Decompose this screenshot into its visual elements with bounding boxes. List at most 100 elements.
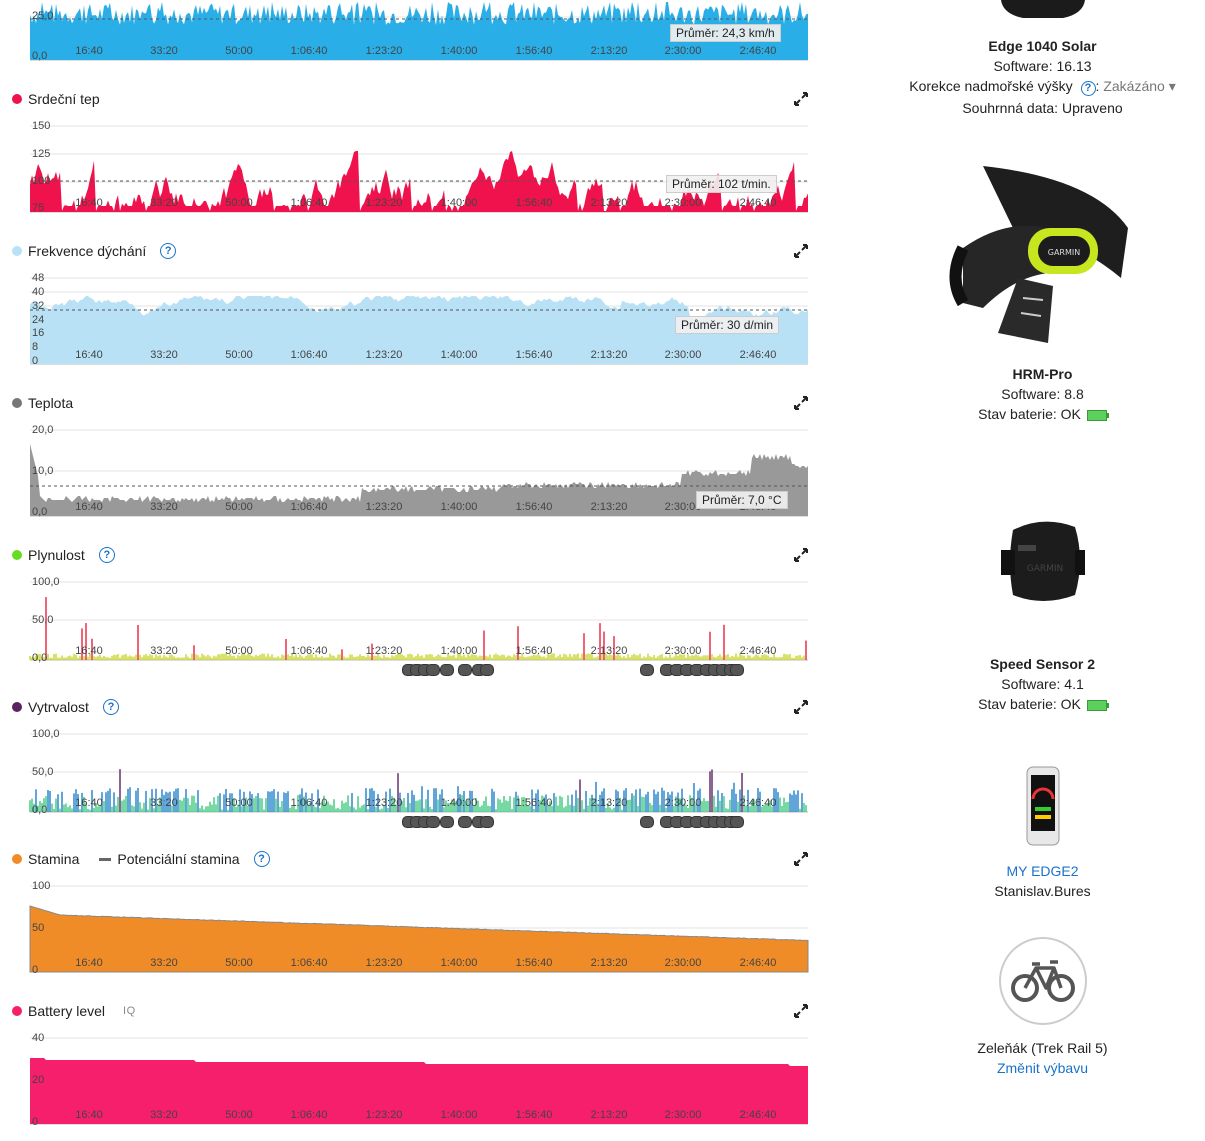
lap-marker-icon[interactable]: [640, 664, 654, 676]
y-tick: 40: [32, 286, 45, 298]
series-dot: [12, 246, 22, 256]
flow-plot: 100,0 50,0 0,0 16:40 33:20 50:00 1:06:40 1:2…: [29, 576, 808, 676]
expand-icon[interactable]: [794, 852, 808, 866]
battery-plot: 40 20 0 16:40 33:20 50:00 1:06:40 1:23:20 1:4…: [30, 1032, 808, 1128]
temperature-plot: 20,0 10,0 0,0 16:40 33:20 50:00 1:06:40 1:23…: [30, 424, 808, 518]
device-name: Speed Sensor 2: [989, 656, 1096, 672]
y-tick: 0: [32, 964, 39, 976]
y-tick: 50: [32, 922, 45, 934]
x-tick: 1:23:20: [365, 349, 403, 361]
x-tick: 1:23:20: [365, 1109, 403, 1121]
x-tick: 1:06:40: [290, 197, 328, 209]
y-tick: 125: [32, 148, 51, 160]
x-tick: 1:23:20: [365, 45, 403, 57]
potential-stamina-label: Potenciální stamina: [117, 851, 240, 867]
y-tick: 16: [32, 327, 45, 339]
lap-marker-icon[interactable]: [458, 816, 472, 828]
heart-rate-title: Srdeční tep: [12, 91, 100, 107]
x-tick: 50:00: [225, 1109, 253, 1121]
x-tick: 2:46:40: [739, 957, 777, 969]
battery-status: Stav baterie: OK: [900, 696, 1185, 712]
expand-icon[interactable]: [794, 700, 808, 714]
x-tick: 1:06:40: [290, 645, 328, 657]
x-tick: 2:13:20: [590, 197, 628, 209]
help-icon[interactable]: ?: [160, 243, 177, 259]
x-tick: 1:40:00: [440, 45, 478, 57]
expand-icon[interactable]: [794, 548, 808, 562]
bike-icon: [998, 937, 1087, 1025]
x-tick: 1:23:20: [365, 645, 403, 657]
lap-marker-icon[interactable]: [480, 664, 494, 676]
lap-marker-icon[interactable]: [730, 816, 744, 828]
device-edge-1040: Edge 1040 Solar Software: 16.13 Korekce …: [900, 0, 1185, 116]
speed-plot: 25,0 0,0 16:40 33:20 50:00 1:06:40 1:23:20 1:…: [30, 0, 808, 62]
help-icon[interactable]: ?: [253, 851, 270, 867]
x-tick: 2:30:00: [664, 797, 702, 809]
series-dot: [12, 398, 22, 408]
expand-icon[interactable]: [794, 244, 808, 258]
lap-marker-icon[interactable]: [730, 664, 744, 676]
lap-marker-icon[interactable]: [640, 816, 654, 828]
x-tick: 2:13:20: [590, 349, 628, 361]
edge-device-image: [1000, 0, 1085, 18]
x-tick: 16:40: [75, 197, 103, 209]
y-tick: 20,0: [32, 424, 54, 436]
x-tick: 16:40: [75, 501, 103, 513]
help-icon[interactable]: ?: [98, 547, 115, 563]
x-tick: 1:56:40: [515, 501, 553, 513]
x-tick: 2:46:40: [739, 349, 777, 361]
lap-marker-icon[interactable]: [426, 664, 440, 676]
hrm-strap-image: GARMIN: [949, 166, 1128, 343]
y-tick: 48: [32, 272, 45, 284]
x-tick: 16:40: [75, 349, 103, 361]
x-tick: 16:40: [75, 45, 103, 57]
x-tick: 2:46:40: [739, 1109, 777, 1121]
series-dot: [12, 854, 22, 864]
y-tick: 24: [32, 314, 45, 326]
help-icon[interactable]: ?: [1080, 81, 1096, 96]
altitude-correction-row: Korekce nadmořské výšky ?: Zakázáno ▾: [909, 78, 1176, 96]
x-tick: 1:23:20: [365, 957, 403, 969]
x-tick: 1:40:00: [440, 349, 478, 361]
device-hrm-pro: GARMIN HRM-Pro Software: 8.8 Stav bateri…: [900, 158, 1185, 422]
flow-chart: Plynulost ? 100,0 50,0 0,0 16:40 33:20 50:…: [0, 544, 820, 676]
x-tick: 2:30:00: [664, 957, 702, 969]
x-tick: 1:06:40: [290, 501, 328, 513]
x-tick: 1:40:00: [440, 501, 478, 513]
altitude-correction-dropdown[interactable]: Zakázáno ▾: [1103, 78, 1175, 94]
y-tick: 100,0: [32, 728, 60, 740]
stamina-chart: Stamina Potenciální stamina ? 100 50 0 1…: [0, 848, 820, 978]
x-tick: 2:46:40: [739, 645, 777, 657]
x-tick: 16:40: [75, 797, 103, 809]
help-icon[interactable]: ?: [102, 699, 119, 715]
change-gear-link[interactable]: Změnit výbavu: [900, 1060, 1185, 1076]
temperature-average: Průměr: 7,0 °C: [696, 491, 788, 509]
lap-marker-icon[interactable]: [426, 816, 440, 828]
x-tick: 2:30:00: [664, 1109, 702, 1121]
device-software: Software: 16.13: [993, 58, 1092, 74]
lap-marker-icon[interactable]: [440, 816, 454, 828]
device-name: Edge 1040 Solar: [988, 38, 1097, 54]
x-tick: 2:13:20: [590, 1109, 628, 1121]
x-tick: 33:20: [150, 797, 178, 809]
respiration-chart: Frekvence dýchání ? 48 40 32 24 16 8 0 1…: [0, 240, 820, 370]
respiration-label: Frekvence dýchání: [28, 243, 147, 259]
x-tick: 33:20: [150, 645, 178, 657]
device-link[interactable]: MY EDGE2: [900, 863, 1185, 879]
gear-bike: Zeleňák (Trek Rail 5) Změnit výbavu: [900, 936, 1185, 1076]
lap-marker-icon[interactable]: [480, 816, 494, 828]
x-tick: 2:46:40: [739, 797, 777, 809]
battery-status: Stav baterie: OK: [900, 406, 1185, 422]
y-tick: 100: [32, 175, 51, 187]
expand-icon[interactable]: [794, 1004, 808, 1018]
expand-icon[interactable]: [794, 92, 808, 106]
x-tick: 16:40: [75, 645, 103, 657]
series-dot: [12, 550, 22, 560]
expand-icon[interactable]: [794, 396, 808, 410]
y-tick: 10,0: [32, 465, 54, 477]
series-dot: [12, 1006, 22, 1016]
altitude-correction-label: Korekce nadmořské výšky: [909, 78, 1073, 94]
lap-marker-icon[interactable]: [440, 664, 454, 676]
speed-average: Průměr: 24,3 km/h: [670, 24, 781, 42]
lap-marker-icon[interactable]: [458, 664, 472, 676]
